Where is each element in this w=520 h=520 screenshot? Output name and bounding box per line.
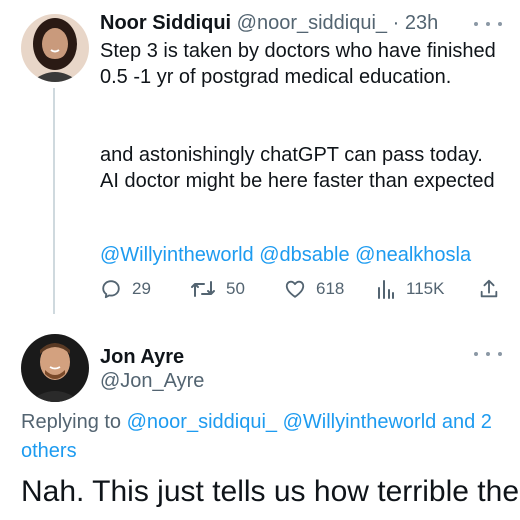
avatar[interactable] [21,334,89,402]
reply-count: 29 [132,279,151,298]
views-icon [376,278,396,300]
header-separator: · [392,12,400,34]
author-handle[interactable]: @noor_siddiqui_ [237,12,387,34]
more-icon[interactable] [474,348,502,360]
replying-to-link[interactable]: @noor_siddiqui_ [127,411,277,433]
tweet-text-paragraph-2: and astonishingly chatGPT can pass today… [100,144,495,192]
views-count: 115K [406,279,445,298]
more-icon[interactable] [474,18,502,30]
like-count: 618 [316,279,345,298]
reply-author-name[interactable]: Jon Ayre [100,344,184,370]
author-name[interactable]: Noor Siddiqui [100,12,231,34]
tweet-text-paragraph-1: Step 3 is taken by doctors who have fini… [100,40,496,88]
views-button[interactable]: 115K [376,274,444,304]
tweet-mentions[interactable]: @Willyintheworld @dbsable @nealkhosla [100,242,471,268]
heart-icon [284,278,306,300]
reply-icon [100,278,122,300]
reply-text: Nah. This just tells us how terrible the [21,475,520,508]
replying-to-line: Replying to @noor_siddiqui_ @Willyinthew… [21,408,501,466]
avatar[interactable] [21,14,89,82]
retweet-icon [190,278,216,300]
tweet-header: Noor Siddiqui @noor_siddiqui_ · 23h [100,10,438,36]
retweet-button[interactable]: 50 [190,274,245,304]
share-icon [478,278,500,300]
retweet-count: 50 [226,279,245,298]
tweet-time[interactable]: 23h [405,12,438,34]
tweet-actions: 29 50 618 115K [100,274,504,304]
like-button[interactable]: 618 [284,274,344,304]
reply-button[interactable]: 29 [100,274,151,304]
reply-author-handle[interactable]: @Jon_Ayre [100,368,204,394]
tweet-thread: Noor Siddiqui @noor_siddiqui_ · 23h Step… [0,0,520,520]
thread-connector-line [53,88,55,314]
replying-to-link[interactable]: @Willyintheworld [283,411,437,433]
replying-prefix: Replying to [21,411,122,433]
share-button[interactable] [478,274,500,304]
